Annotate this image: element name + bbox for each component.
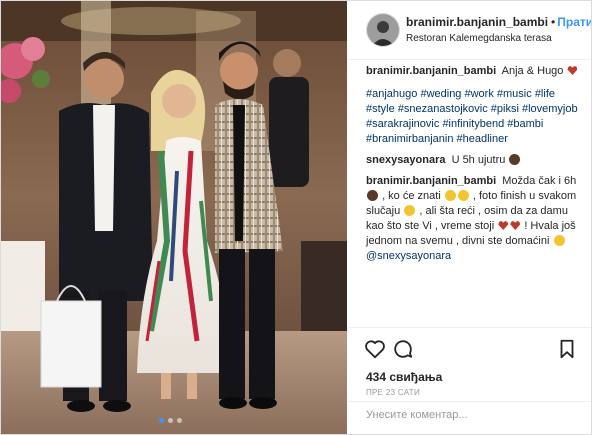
hashtag[interactable]: #snezanastojkovic — [398, 103, 488, 115]
hashtag[interactable]: #anjahugo — [366, 88, 417, 100]
post-timestamp: ПРЕ 23 САТИ — [366, 388, 421, 397]
post-photo[interactable] — [1, 1, 347, 434]
heart-outline-icon[interactable] — [364, 338, 386, 360]
red-heart-emoji-icon — [510, 221, 521, 230]
avatar[interactable] — [366, 13, 400, 47]
comment-username[interactable]: branimir.banjanin_bambi — [366, 65, 496, 77]
header-username[interactable]: branimir.banjanin_bambi — [406, 15, 548, 29]
comment: snexysayonara U 5h ujutru — [366, 153, 584, 168]
hashtag[interactable]: #infinitybend — [442, 118, 504, 130]
hashtag[interactable]: #work — [465, 88, 494, 100]
kissing-face-emoji-icon — [553, 235, 565, 246]
grinning-face-emoji-icon — [444, 190, 456, 201]
red-heart-emoji-icon — [498, 221, 509, 230]
red-heart-emoji-icon — [567, 66, 578, 75]
comment: branimir.banjanin_bambi Možda čak i 6h ,… — [366, 174, 584, 264]
carousel-dot — [159, 418, 164, 423]
action-bar: 434 свиђања ПРЕ 23 САТИ — [348, 327, 591, 428]
comment-username[interactable]: branimir.banjanin_bambi — [366, 175, 496, 187]
add-comment-section — [348, 401, 591, 430]
woman-raising-hand-emoji-icon — [367, 190, 378, 201]
hashtag[interactable]: #weding — [420, 88, 461, 100]
mention-link[interactable]: @snexysayonara — [366, 250, 451, 262]
hashtag[interactable]: #headliner — [457, 133, 508, 145]
hashtag-block: #anjahugo #weding #work #music #life #st… — [366, 87, 584, 147]
carousel-dot — [177, 418, 182, 423]
follow-button[interactable]: Прати — [557, 15, 591, 29]
header-username-row: branimir.banjanin_bambi • Прати — [406, 15, 591, 29]
hashtag[interactable]: #sarakrajinovic — [366, 118, 439, 130]
carousel-dot — [168, 418, 173, 423]
hashtag[interactable]: #life — [535, 88, 555, 100]
caption-text: Anja & Hugo — [501, 65, 564, 77]
smiling-face-emoji-icon — [404, 205, 416, 216]
caption: branimir.banjanin_bambi Anja & Hugo #anj… — [366, 64, 584, 147]
comments-list: branimir.banjanin_bambi Anja & Hugo #anj… — [366, 64, 584, 270]
comment-text: Možda čak i 6h — [502, 175, 577, 187]
hashtag[interactable]: #piksi — [491, 103, 519, 115]
hashtag[interactable]: #lovemyjob — [522, 103, 578, 115]
comment-username[interactable]: snexysayonara — [366, 154, 446, 166]
comment-text: , ko će znati — [382, 190, 441, 202]
hashtag[interactable]: #style — [366, 103, 395, 115]
carousel-dots — [159, 418, 182, 423]
post-frame: branimir.banjanin_bambi • Прати Restoran K… — [0, 0, 592, 435]
photo-illustration — [1, 1, 347, 434]
smiling-face-emoji-icon — [457, 190, 469, 201]
woman-raising-hand-emoji-icon — [509, 154, 521, 165]
hashtag[interactable]: #bambi — [507, 118, 543, 130]
post-side-panel: branimir.banjanin_bambi • Прати Restoran K… — [348, 1, 591, 434]
comment-text: U 5h ujutru — [451, 154, 506, 166]
post-header: branimir.banjanin_bambi • Прати Restoran K… — [348, 1, 591, 60]
hashtag[interactable]: #branimirbanjanin — [366, 133, 453, 145]
avatar-image — [367, 14, 399, 46]
separator-dot: • — [551, 15, 556, 29]
location-link[interactable]: Restoran Kalemegdanska terasa — [406, 33, 552, 44]
hashtag[interactable]: #music — [497, 88, 532, 100]
comment-input[interactable] — [366, 409, 566, 421]
bookmark-icon[interactable] — [556, 338, 578, 360]
comment-bubble-icon[interactable] — [392, 338, 414, 360]
likes-count[interactable]: 434 свиђања — [366, 370, 442, 384]
